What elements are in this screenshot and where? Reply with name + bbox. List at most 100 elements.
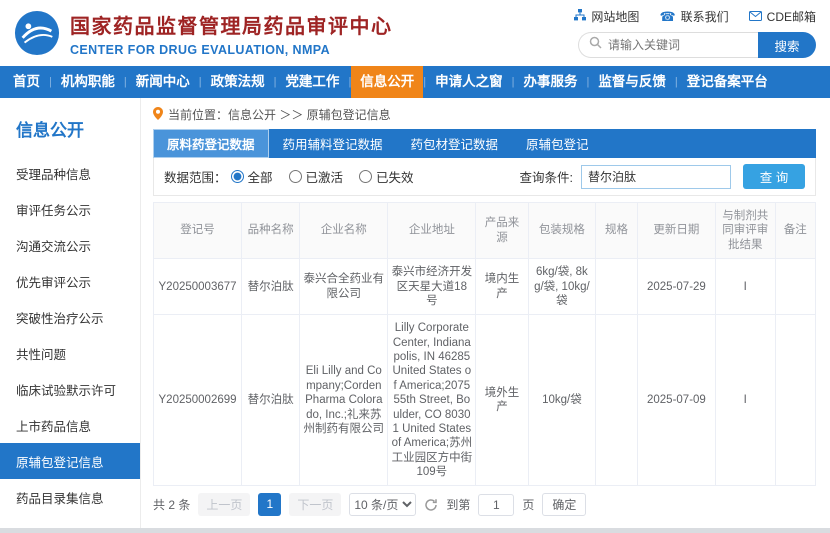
data-tabs: 原料药登记数据 药用辅料登记数据 药包材登记数据 原辅包登记 bbox=[153, 129, 816, 158]
breadcrumb-text: 当前位置：信息公开 ＞＞ 原辅包登记信息 bbox=[168, 106, 391, 123]
cde-mail-link[interactable]: CDE邮箱 bbox=[749, 8, 816, 25]
confirm-button[interactable]: 确定 bbox=[542, 493, 586, 516]
goto-label: 到第 bbox=[446, 496, 470, 513]
nav-item-news[interactable]: 新闻中心 bbox=[127, 66, 199, 98]
tab-excipient-data[interactable]: 药用辅料登记数据 bbox=[269, 129, 397, 158]
site-title-en: CENTER FOR DRUG EVALUATION, NMPA bbox=[70, 43, 393, 57]
contact-link[interactable]: ☎ 联系我们 bbox=[659, 8, 728, 25]
header-search: 搜索 bbox=[578, 32, 816, 58]
col-registration-no: 登记号 bbox=[154, 203, 242, 259]
main-panel: 当前位置：信息公开 ＞＞ 原辅包登记信息 原料药登记数据 药用辅料登记数据 药包… bbox=[141, 98, 830, 533]
tab-api-excipient-registration[interactable]: 原辅包登记 bbox=[512, 129, 603, 158]
sitemap-icon bbox=[574, 9, 586, 24]
col-joint-review-result: 与制剂共同审评审批结果 bbox=[715, 203, 775, 259]
sidebar-item-priority-review[interactable]: 优先审评公示 bbox=[0, 263, 140, 299]
prev-page-button[interactable]: 上一页 bbox=[198, 493, 250, 516]
page-size-select[interactable]: 10 条/页 bbox=[349, 493, 416, 516]
cell-update-date: 2025-07-09 bbox=[637, 315, 715, 486]
col-variety-name: 品种名称 bbox=[242, 203, 300, 259]
table-header-row: 登记号 品种名称 企业名称 企业地址 产品来源 包装规格 规格 更新日期 与制剂… bbox=[154, 203, 816, 259]
main-nav: 首页| 机构职能| 新闻中心| 政策法规| 党建工作| 信息公开| 申请人之窗|… bbox=[0, 66, 830, 98]
cell-product-source: 境内生产 bbox=[476, 259, 528, 315]
col-spec: 规格 bbox=[596, 203, 638, 259]
cell-spec bbox=[596, 315, 638, 486]
results-table: 登记号 品种名称 企业名称 企业地址 产品来源 包装规格 规格 更新日期 与制剂… bbox=[153, 202, 816, 486]
radio-inactive-input[interactable] bbox=[359, 170, 372, 183]
cell-remarks bbox=[775, 315, 815, 486]
col-company-name: 企业名称 bbox=[300, 203, 388, 259]
table-row[interactable]: Y20250002699 替尔泊肽 Eli Lilly and Company;… bbox=[154, 315, 816, 486]
cell-company-address: 泰兴市经济开发区天星大道18号 bbox=[388, 259, 476, 315]
tab-packaging-data[interactable]: 药包材登记数据 bbox=[397, 129, 513, 158]
nav-item-info-disclosure[interactable]: 信息公开 bbox=[351, 66, 423, 98]
search-icon bbox=[589, 36, 602, 54]
nav-item-home[interactable]: 首页 bbox=[4, 66, 49, 98]
sidebar-item-breakthrough-therapy[interactable]: 突破性治疗公示 bbox=[0, 299, 140, 335]
sidebar-item-clinical-trial-license[interactable]: 临床试验默示许可 bbox=[0, 371, 140, 407]
radio-activated-input[interactable] bbox=[289, 170, 302, 183]
site-titles: 国家药品监督管理局药品审评中心 CENTER FOR DRUG EVALUATI… bbox=[70, 10, 393, 57]
site-header: 国家药品监督管理局药品审评中心 CENTER FOR DRUG EVALUATI… bbox=[0, 0, 830, 66]
query-input[interactable] bbox=[581, 165, 731, 189]
sidebar-item-accepted-varieties[interactable]: 受理品种信息 bbox=[0, 155, 140, 191]
nav-item-functions[interactable]: 机构职能 bbox=[52, 66, 124, 98]
cell-company-address: Lilly Corporate Center, Indianapolis, IN… bbox=[388, 315, 476, 486]
query-button[interactable]: 查 询 bbox=[743, 164, 805, 189]
sidebar-item-api-excipient-registration[interactable]: 原辅包登记信息 bbox=[0, 443, 140, 479]
nav-item-applicant[interactable]: 申请人之窗 bbox=[426, 66, 512, 98]
cell-product-source: 境外生产 bbox=[476, 315, 528, 486]
cell-spec bbox=[596, 259, 638, 315]
next-page-button[interactable]: 下一页 bbox=[289, 493, 341, 516]
cell-company-name: 泰兴合全药业有限公司 bbox=[300, 259, 388, 315]
sidebar-item-communication[interactable]: 沟通交流公示 bbox=[0, 227, 140, 263]
cell-joint-review-result: I bbox=[715, 259, 775, 315]
cell-registration-no: Y20250002699 bbox=[154, 315, 242, 486]
nav-item-services[interactable]: 办事服务 bbox=[515, 66, 587, 98]
sitemap-link[interactable]: 网站地图 bbox=[574, 8, 639, 25]
cde-logo-icon bbox=[14, 10, 60, 56]
cell-update-date: 2025-07-29 bbox=[637, 259, 715, 315]
sidebar-item-drug-catalog[interactable]: 药品目录集信息 bbox=[0, 479, 140, 515]
table-row[interactable]: Y20250003677 替尔泊肽 泰兴合全药业有限公司 泰兴市经济开发区天星大… bbox=[154, 259, 816, 315]
footer-strip bbox=[0, 528, 830, 533]
col-company-address: 企业地址 bbox=[388, 203, 476, 259]
search-button[interactable]: 搜索 bbox=[758, 32, 816, 58]
nav-item-policy[interactable]: 政策法规 bbox=[202, 66, 274, 98]
cell-registration-no: Y20250003677 bbox=[154, 259, 242, 315]
cell-packaging-spec: 10kg/袋 bbox=[528, 315, 596, 486]
sidebar-item-marketed-drugs[interactable]: 上市药品信息 bbox=[0, 407, 140, 443]
search-input[interactable] bbox=[608, 38, 748, 52]
col-packaging-spec: 包装规格 bbox=[528, 203, 596, 259]
refresh-button[interactable] bbox=[424, 498, 438, 512]
sidebar: 信息公开 受理品种信息 审评任务公示 沟通交流公示 优先审评公示 突破性治疗公示… bbox=[0, 98, 141, 533]
nav-item-supervision[interactable]: 监督与反馈 bbox=[589, 66, 675, 98]
sidebar-item-review-tasks[interactable]: 审评任务公示 bbox=[0, 191, 140, 227]
cell-variety-name: 替尔泊肽 bbox=[242, 259, 300, 315]
goto-page-input[interactable] bbox=[478, 494, 514, 516]
cell-remarks bbox=[775, 259, 815, 315]
site-title-cn: 国家药品监督管理局药品审评中心 bbox=[70, 10, 393, 39]
sidebar-title: 信息公开 bbox=[0, 112, 140, 155]
header-quick-links: 网站地图 ☎ 联系我们 CDE邮箱 bbox=[574, 8, 816, 25]
cell-joint-review-result: I bbox=[715, 315, 775, 486]
radio-all-input[interactable] bbox=[231, 170, 244, 183]
col-update-date: 更新日期 bbox=[637, 203, 715, 259]
filter-bar: 数据范围： 全部 已激活 已失效 查询条件: 查 询 bbox=[153, 158, 816, 196]
location-pin-icon bbox=[153, 107, 163, 123]
pagination: 共 2 条 上一页 1 下一页 10 条/页 到第 页 确定 bbox=[153, 486, 816, 523]
sidebar-item-common-issues[interactable]: 共性问题 bbox=[0, 335, 140, 371]
goto-unit: 页 bbox=[522, 496, 534, 513]
data-range-label: 数据范围： bbox=[164, 167, 227, 186]
radio-activated[interactable]: 已激活 bbox=[289, 167, 344, 186]
phone-icon: ☎ bbox=[659, 9, 675, 25]
col-product-source: 产品来源 bbox=[476, 203, 528, 259]
page-number-1[interactable]: 1 bbox=[258, 493, 281, 516]
nav-item-registration-platform[interactable]: 登记备案平台 bbox=[678, 66, 777, 98]
nav-item-party[interactable]: 党建工作 bbox=[276, 66, 348, 98]
mail-icon bbox=[749, 10, 762, 24]
radio-inactive[interactable]: 已失效 bbox=[359, 167, 414, 186]
radio-all[interactable]: 全部 bbox=[231, 167, 273, 186]
cell-variety-name: 替尔泊肽 bbox=[242, 315, 300, 486]
cell-packaging-spec: 6kg/袋, 8kg/袋, 10kg/袋 bbox=[528, 259, 596, 315]
tab-api-data[interactable]: 原料药登记数据 bbox=[153, 129, 269, 158]
